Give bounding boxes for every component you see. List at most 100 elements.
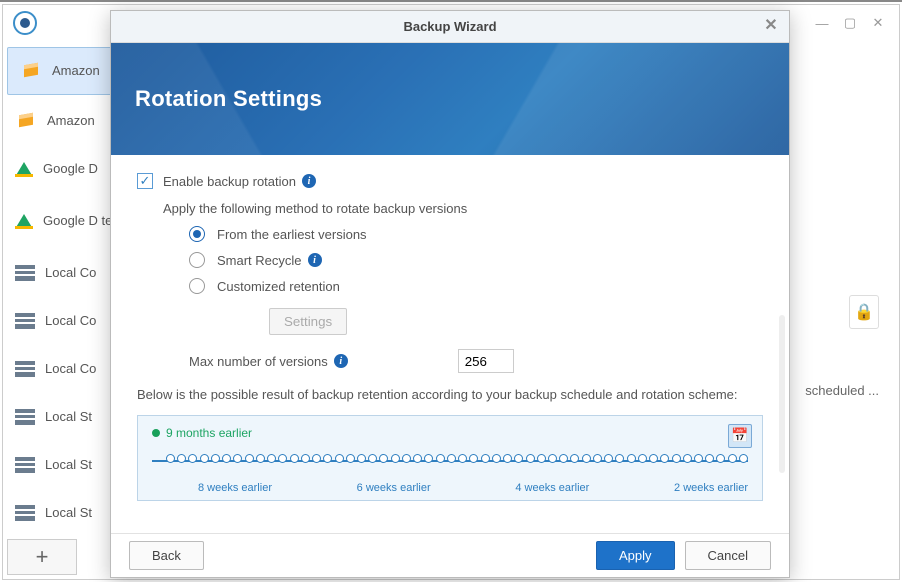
dialog-footer: Back Apply Cancel bbox=[111, 533, 789, 577]
add-button[interactable]: + bbox=[7, 539, 77, 575]
radio-custom[interactable]: Customized retention bbox=[189, 278, 763, 294]
timeline-point bbox=[481, 454, 490, 463]
timeline-point bbox=[177, 454, 186, 463]
max-versions-input[interactable] bbox=[458, 349, 514, 373]
maximize-button[interactable]: ▢ bbox=[839, 12, 861, 34]
rotation-method-group: From the earliest versions Smart Recycle… bbox=[189, 226, 763, 335]
apply-method-text: Apply the following method to rotate bac… bbox=[163, 201, 763, 216]
timeline-point bbox=[739, 454, 748, 463]
timeline-point bbox=[267, 454, 276, 463]
server-icon bbox=[15, 265, 35, 281]
oldest-version-label: 9 months earlier bbox=[152, 426, 748, 440]
timeline-point bbox=[188, 454, 197, 463]
timeline-point bbox=[705, 454, 714, 463]
timeline-point bbox=[391, 454, 400, 463]
timeline-point bbox=[368, 454, 377, 463]
timeline-point bbox=[335, 454, 344, 463]
scrollbar[interactable] bbox=[779, 315, 785, 473]
apply-button[interactable]: Apply bbox=[596, 541, 675, 570]
timeline-point bbox=[200, 454, 209, 463]
radio-custom-label: Customized retention bbox=[217, 279, 340, 294]
sidebar-item-label: Local Co bbox=[45, 265, 96, 281]
dialog-body: ✓ Enable backup rotation i Apply the fol… bbox=[111, 155, 789, 533]
retention-timeline: 📅 9 months earlier 8 weeks earlier 6 week… bbox=[137, 415, 763, 501]
dialog-heading: Rotation Settings bbox=[135, 86, 322, 112]
radio-icon bbox=[189, 252, 205, 268]
info-icon[interactable]: i bbox=[308, 253, 322, 267]
radio-smart-label: Smart Recycle bbox=[217, 253, 302, 268]
timeline-point bbox=[278, 454, 287, 463]
sidebar-item-label: Local St bbox=[45, 409, 92, 425]
radio-smart[interactable]: Smart Recycle i bbox=[189, 252, 763, 268]
timeline-point bbox=[256, 454, 265, 463]
timeline-point bbox=[672, 454, 681, 463]
radio-icon bbox=[189, 278, 205, 294]
timeline-point bbox=[290, 454, 299, 463]
info-icon[interactable]: i bbox=[334, 354, 348, 368]
drive-icon bbox=[15, 162, 33, 177]
close-icon[interactable]: ✕ bbox=[761, 15, 781, 35]
server-icon bbox=[15, 457, 35, 473]
timeline-points bbox=[166, 454, 748, 468]
sidebar-item-label: Google D bbox=[43, 161, 98, 177]
timeline-point bbox=[548, 454, 557, 463]
timeline-point bbox=[447, 454, 456, 463]
sidebar-item-label: Local St bbox=[45, 457, 92, 473]
enable-rotation-checkbox[interactable]: ✓ Enable backup rotation i bbox=[137, 173, 763, 189]
app-logo bbox=[13, 11, 37, 35]
dialog-banner: Rotation Settings bbox=[111, 43, 789, 155]
radio-earliest-label: From the earliest versions bbox=[217, 227, 367, 242]
timeline-point bbox=[582, 454, 591, 463]
info-icon[interactable]: i bbox=[302, 174, 316, 188]
sidebar-item-label: Amazon bbox=[47, 113, 95, 129]
timeline-point bbox=[436, 454, 445, 463]
timeline-point bbox=[604, 454, 613, 463]
window-close-button[interactable]: ✕ bbox=[867, 12, 889, 34]
status-text: scheduled ... bbox=[805, 383, 879, 398]
cancel-button[interactable]: Cancel bbox=[685, 541, 771, 570]
timeline-point bbox=[716, 454, 725, 463]
radio-earliest[interactable]: From the earliest versions bbox=[189, 226, 763, 242]
timeline-ticks: 8 weeks earlier 6 weeks earlier 4 weeks ea… bbox=[198, 482, 748, 494]
timeline-point bbox=[593, 454, 602, 463]
timeline-point bbox=[559, 454, 568, 463]
timeline-point bbox=[570, 454, 579, 463]
calendar-icon[interactable]: 📅 bbox=[728, 424, 752, 448]
timeline-point bbox=[615, 454, 624, 463]
timeline-point bbox=[379, 454, 388, 463]
timeline-tick: 8 weeks earlier bbox=[198, 482, 272, 494]
minimize-button[interactable]: — bbox=[811, 12, 833, 34]
dialog-title: Backup Wizard ✕ bbox=[111, 11, 789, 43]
timeline-point bbox=[245, 454, 254, 463]
server-icon bbox=[15, 313, 35, 329]
timeline-point bbox=[424, 454, 433, 463]
timeline-point bbox=[627, 454, 636, 463]
timeline-point bbox=[233, 454, 242, 463]
backup-wizard-dialog: Backup Wizard ✕ Rotation Settings ✓ Enab… bbox=[110, 10, 790, 578]
radio-icon bbox=[189, 226, 205, 242]
sidebar-item-label: Local St bbox=[45, 505, 92, 521]
timeline-tick: 6 weeks earlier bbox=[357, 482, 431, 494]
timeline-point bbox=[728, 454, 737, 463]
timeline-tick: 4 weeks earlier bbox=[515, 482, 589, 494]
timeline-point bbox=[323, 454, 332, 463]
timeline-point bbox=[413, 454, 422, 463]
cube-icon bbox=[15, 112, 37, 130]
dialog-title-text: Backup Wizard bbox=[403, 19, 496, 34]
timeline-point bbox=[694, 454, 703, 463]
server-icon bbox=[15, 409, 35, 425]
timeline-point bbox=[649, 454, 658, 463]
sidebar-item-label: Amazon bbox=[52, 63, 100, 79]
retention-settings-button: Settings bbox=[269, 308, 347, 335]
timeline-point bbox=[312, 454, 321, 463]
timeline-point bbox=[357, 454, 366, 463]
timeline-point bbox=[301, 454, 310, 463]
cube-icon bbox=[20, 62, 42, 80]
back-button[interactable]: Back bbox=[129, 541, 204, 570]
lock-icon[interactable]: 🔒 bbox=[849, 295, 879, 329]
timeline-point bbox=[526, 454, 535, 463]
enable-rotation-label: Enable backup rotation bbox=[163, 174, 296, 189]
timeline-tick: 2 weeks earlier bbox=[674, 482, 748, 494]
server-icon bbox=[15, 361, 35, 377]
server-icon bbox=[15, 505, 35, 521]
